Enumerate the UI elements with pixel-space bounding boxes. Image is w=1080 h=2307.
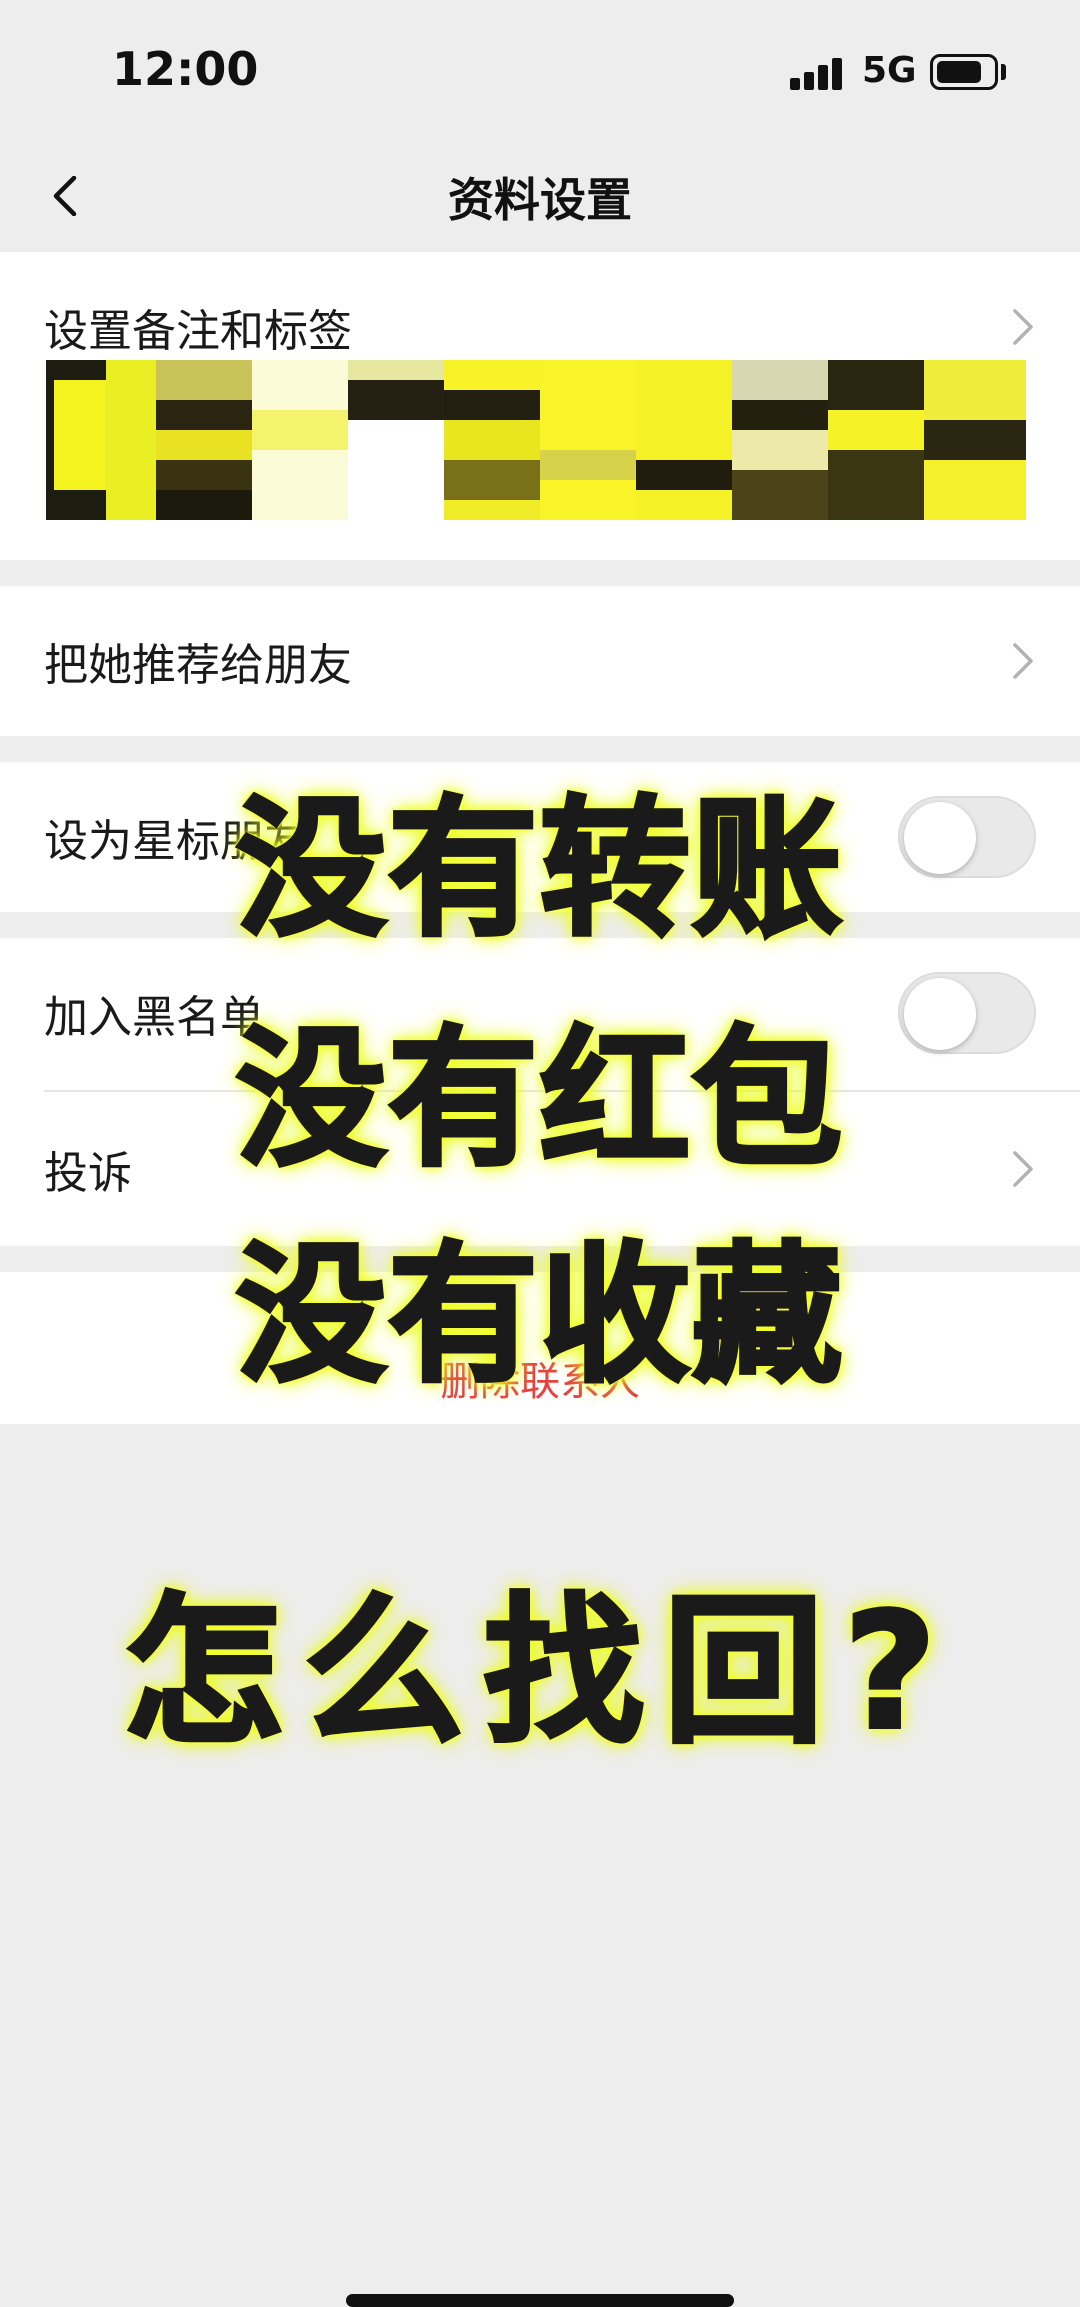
blurred-tags — [46, 360, 1026, 520]
network-label: 5G — [862, 50, 917, 91]
signal-icon — [790, 56, 844, 90]
nav-bar: 资料设置 — [0, 140, 1080, 250]
battery-icon — [930, 54, 998, 90]
status-bar: 12:00 5G — [0, 0, 1080, 140]
recommend-group: 把她推荐给朋友 — [0, 586, 1080, 736]
status-time: 12:00 — [112, 42, 259, 96]
recommend-label: 把她推荐给朋友 — [44, 640, 352, 691]
overlay-caption-3: 没有收藏 — [234, 1227, 844, 1405]
chevron-right-icon — [1013, 643, 1033, 679]
recommend-row[interactable]: 把她推荐给朋友 — [0, 586, 1080, 736]
overlay-caption-1: 没有转账 — [234, 781, 844, 959]
page-title: 资料设置 — [448, 173, 632, 227]
home-indicator[interactable] — [346, 2294, 734, 2307]
overlay-question: 怎么找回? — [122, 1576, 957, 1767]
battery-cap — [1001, 64, 1006, 80]
screen: 12:00 5G 资料设置 设置备注和标签 把她推荐给朋友 设为星标朋友 加入黑… — [0, 0, 1080, 2307]
overlay-caption-2: 没有红包 — [234, 1011, 844, 1189]
chevron-right-icon — [1013, 309, 1033, 345]
remark-label: 设置备注和标签 — [44, 306, 352, 357]
